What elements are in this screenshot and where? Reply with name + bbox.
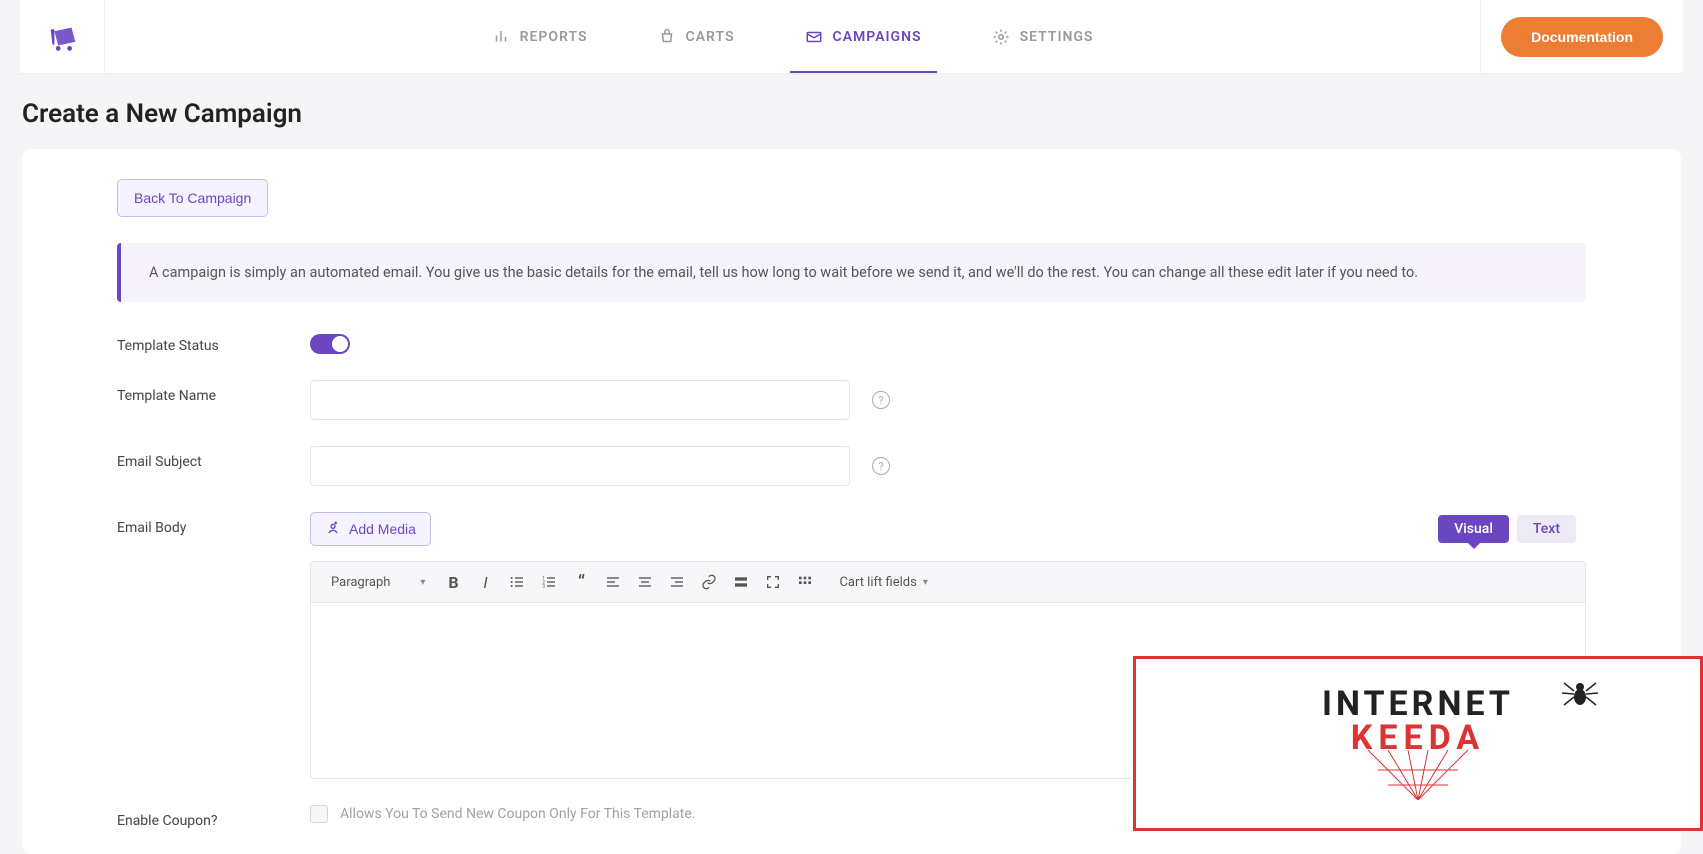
topbar-right: Documentation [1480,0,1683,73]
help-icon[interactable]: ? [872,457,890,475]
toolbar-toggle-button[interactable] [791,568,819,596]
number-list-button[interactable]: 123 [535,568,563,596]
fullscreen-button[interactable] [759,568,787,596]
nav-settings[interactable]: SETTINGS [992,0,1094,73]
cart-icon [658,28,676,46]
nav-campaigns-label: CAMPAIGNS [833,29,922,45]
label-email-subject: Email Subject [117,446,310,470]
media-icon [325,521,341,537]
back-to-campaign-button[interactable]: Back To Campaign [117,179,268,217]
top-bar: REPORTS CARTS CAMPAIGNS SETTINGS Documen… [20,0,1683,74]
nav-reports-label: REPORTS [520,29,588,45]
align-center-button[interactable] [631,568,659,596]
row-template-name: Template Name ? [117,380,1586,420]
link-button[interactable] [695,568,723,596]
blockquote-button[interactable]: “ [567,568,595,596]
italic-button[interactable]: I [471,568,499,596]
nav-settings-label: SETTINGS [1020,29,1094,45]
app-logo [20,0,105,73]
nav-carts[interactable]: CARTS [658,0,735,73]
label-enable-coupon: Enable Coupon? [117,805,310,829]
editor-toolbar: Paragraph B I 123 “ Cart lift fields [311,562,1585,603]
enable-coupon-checkbox[interactable] [310,805,328,823]
svg-text:3: 3 [543,584,546,590]
web-icon [1338,750,1498,800]
template-status-toggle[interactable] [310,334,350,354]
align-right-button[interactable] [663,568,691,596]
tab-visual[interactable]: Visual [1438,515,1509,543]
gear-icon [992,28,1010,46]
tab-text[interactable]: Text [1517,515,1576,543]
readmore-button[interactable] [727,568,755,596]
coupon-description: Allows You To Send New Coupon Only For T… [340,806,695,822]
spider-icon [1560,679,1600,716]
cart-lift-fields-select[interactable]: Cart lift fields [829,571,937,594]
paragraph-select[interactable]: Paragraph [321,571,435,594]
info-banner: A campaign is simply an automated email.… [117,243,1586,302]
documentation-button[interactable]: Documentation [1501,17,1663,57]
label-template-status: Template Status [117,330,310,354]
align-left-button[interactable] [599,568,627,596]
row-template-status: Template Status [117,330,1586,354]
template-name-input[interactable] [310,380,850,420]
nav-campaigns[interactable]: CAMPAIGNS [805,0,922,73]
nav-reports[interactable]: REPORTS [492,0,588,73]
watermark: INTERNET KEEDA [1133,656,1703,831]
help-icon[interactable]: ? [872,391,890,409]
row-email-subject: Email Subject ? [117,446,1586,486]
mail-icon [805,28,823,46]
label-template-name: Template Name [117,380,310,404]
add-media-button[interactable]: Add Media [310,512,431,546]
reports-icon [492,28,510,46]
bold-button[interactable]: B [439,568,467,596]
add-media-label: Add Media [349,521,416,537]
main-nav: REPORTS CARTS CAMPAIGNS SETTINGS [105,0,1480,73]
page-title: Create a New Campaign [22,99,1681,129]
nav-carts-label: CARTS [686,29,735,45]
bullet-list-button[interactable] [503,568,531,596]
email-subject-input[interactable] [310,446,850,486]
label-email-body: Email Body [117,512,310,536]
